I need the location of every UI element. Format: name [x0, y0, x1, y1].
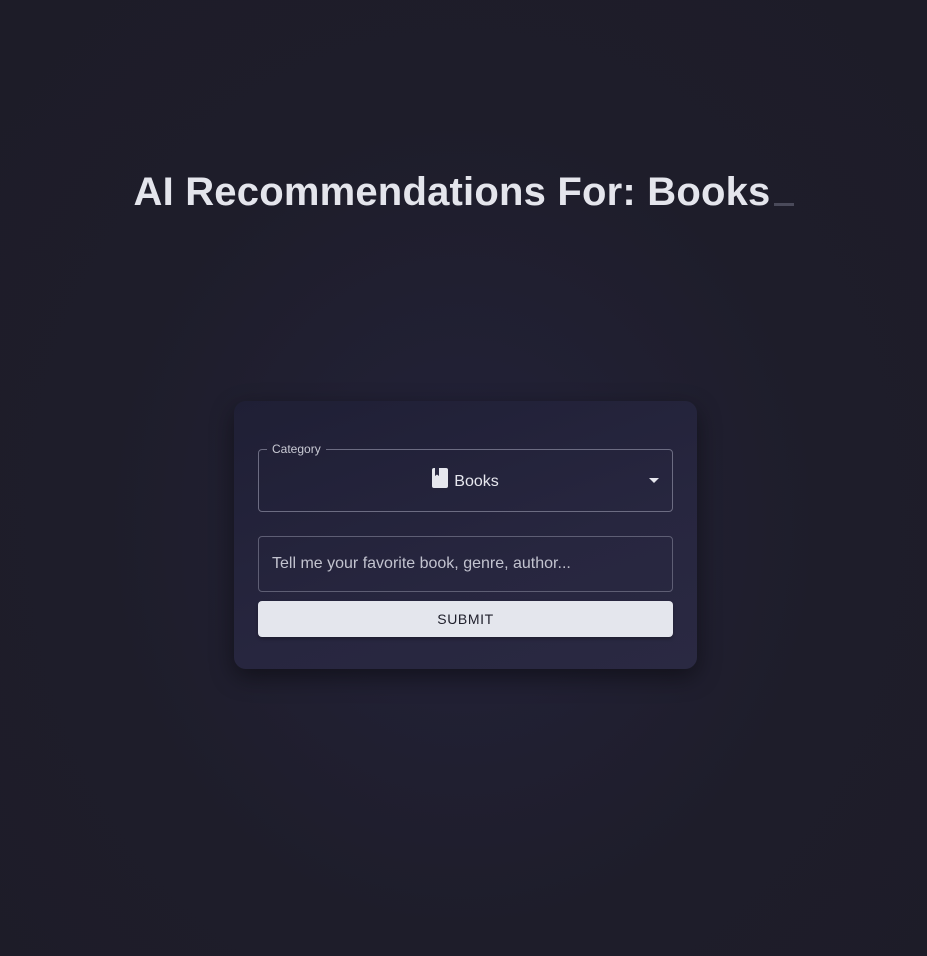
favorites-input[interactable] [258, 536, 673, 592]
typing-cursor [773, 203, 794, 206]
category-select[interactable]: Category Books [258, 441, 673, 512]
page-title-text: AI Recommendations For: Books [133, 170, 771, 214]
category-label: Category [267, 441, 326, 457]
recommendation-form-card: Category Books SUBMIT [234, 401, 697, 669]
page-title: AI Recommendations For: Books [0, 170, 927, 215]
chevron-down-icon[interactable] [649, 478, 659, 483]
submit-button[interactable]: SUBMIT [258, 601, 673, 637]
book-icon [432, 468, 449, 488]
category-selected-label: Books [454, 473, 499, 490]
category-selected-value: Books [259, 468, 672, 491]
